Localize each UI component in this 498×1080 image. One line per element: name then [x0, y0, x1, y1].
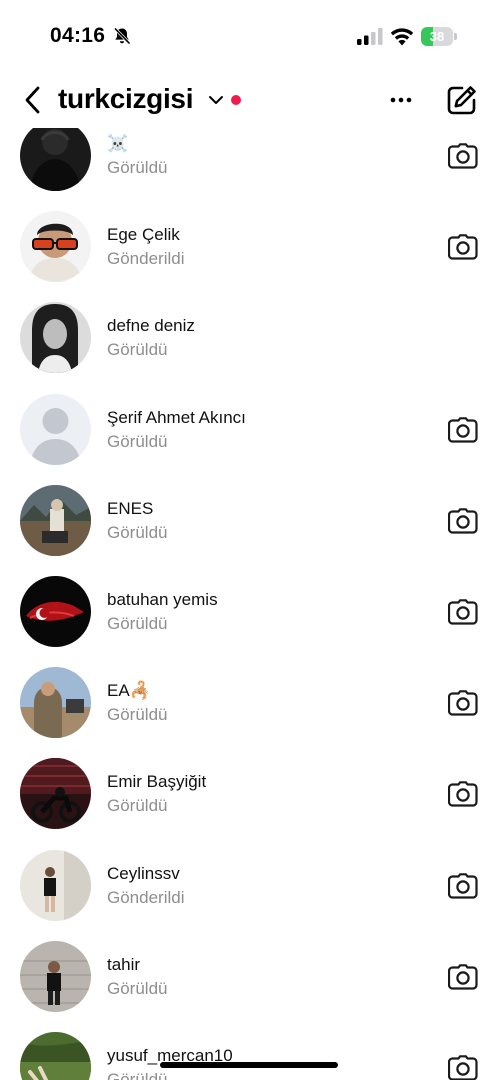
camera-icon[interactable] [447, 690, 478, 716]
thread-status: Görüldü [107, 705, 168, 725]
thread-name: defne deniz [107, 316, 195, 336]
battery-level: 38 [429, 29, 445, 44]
thread-status: Görüldü [107, 1070, 168, 1080]
camera-icon[interactable] [447, 963, 478, 990]
avatar[interactable] [20, 211, 91, 283]
thread-status: Görüldü [107, 158, 168, 177]
camera-icon[interactable] [447, 234, 478, 260]
thread-status: Görüldü [107, 614, 168, 633]
thread-row[interactable]: yusuf_mercan10 Görüldü [0, 1032, 498, 1080]
avatar[interactable] [20, 940, 91, 1012]
thread-name: ENES [107, 498, 154, 518]
thread-name: EA🦂 [107, 681, 151, 701]
thread-status: Görüldü [107, 340, 168, 360]
more-icon[interactable] [389, 96, 413, 104]
camera-icon[interactable] [447, 143, 478, 169]
thread-row[interactable]: Emir Başyiğit Görüldü [0, 758, 498, 849]
thread-row[interactable]: batuhan yemis Görüldü [0, 576, 498, 667]
camera-icon[interactable] [447, 872, 478, 899]
unread-indicator [231, 95, 241, 105]
thread-row[interactable]: tahir Görüldü [0, 940, 498, 1032]
thread-name: Ege Çelik [107, 225, 180, 245]
chevron-left-icon[interactable] [22, 85, 46, 115]
compose-icon[interactable] [446, 84, 478, 116]
header: turkcizgisi [0, 70, 498, 128]
camera-icon[interactable] [447, 781, 478, 807]
avatar[interactable] [20, 758, 91, 830]
account-name[interactable]: turkcizgisi [58, 83, 193, 115]
thread-name: Ceylinssv [107, 863, 180, 883]
thread-name: ☠️ [107, 134, 129, 153]
thread-status: Görüldü [107, 522, 168, 542]
thread-name: Emir Başyiğit [107, 772, 207, 792]
avatar[interactable] [20, 667, 91, 739]
bell-slash-icon [113, 27, 131, 45]
thread-status: Görüldü [107, 431, 168, 451]
camera-icon[interactable] [447, 1055, 478, 1080]
thread-row[interactable]: Ege Çelik Gönderildi [0, 211, 498, 302]
thread-row[interactable]: Şerif Ahmet Akıncı Görüldü [0, 393, 498, 485]
status-bar: 04:16 38 [0, 0, 498, 66]
avatar[interactable] [20, 484, 91, 556]
thread-row[interactable]: defne deniz Görüldü [0, 302, 498, 393]
thread-status: Gönderildi [107, 249, 185, 269]
cellular-signal-icon [357, 28, 383, 45]
avatar[interactable] [20, 302, 91, 374]
thread-row[interactable]: ☠️ Görüldü [0, 120, 498, 211]
thread-status: Gönderildi [107, 887, 185, 907]
thread-name: tahir [107, 954, 141, 974]
avatar[interactable] [20, 1032, 91, 1080]
avatar[interactable] [20, 576, 91, 647]
thread-row[interactable]: ENES Görüldü [0, 484, 498, 576]
thread-status: Görüldü [107, 978, 168, 998]
avatar[interactable] [20, 393, 91, 465]
camera-icon[interactable] [447, 507, 478, 534]
thread-status: Görüldü [107, 796, 168, 816]
thread-row[interactable]: EA🦂 Görüldü [0, 667, 498, 758]
camera-icon[interactable] [447, 599, 478, 625]
home-indicator[interactable] [160, 1062, 338, 1068]
battery-icon: 38 [421, 27, 457, 46]
wifi-icon [390, 28, 414, 46]
thread-row[interactable]: Ceylinssv Gönderildi [0, 849, 498, 941]
thread-name: Şerif Ahmet Akıncı [107, 407, 246, 427]
chevron-down-icon[interactable] [208, 94, 224, 106]
status-time: 04:16 [50, 24, 106, 47]
camera-icon[interactable] [447, 416, 478, 443]
avatar[interactable] [20, 849, 91, 921]
avatar[interactable] [20, 120, 91, 191]
thread-name: batuhan yemis [107, 590, 218, 609]
